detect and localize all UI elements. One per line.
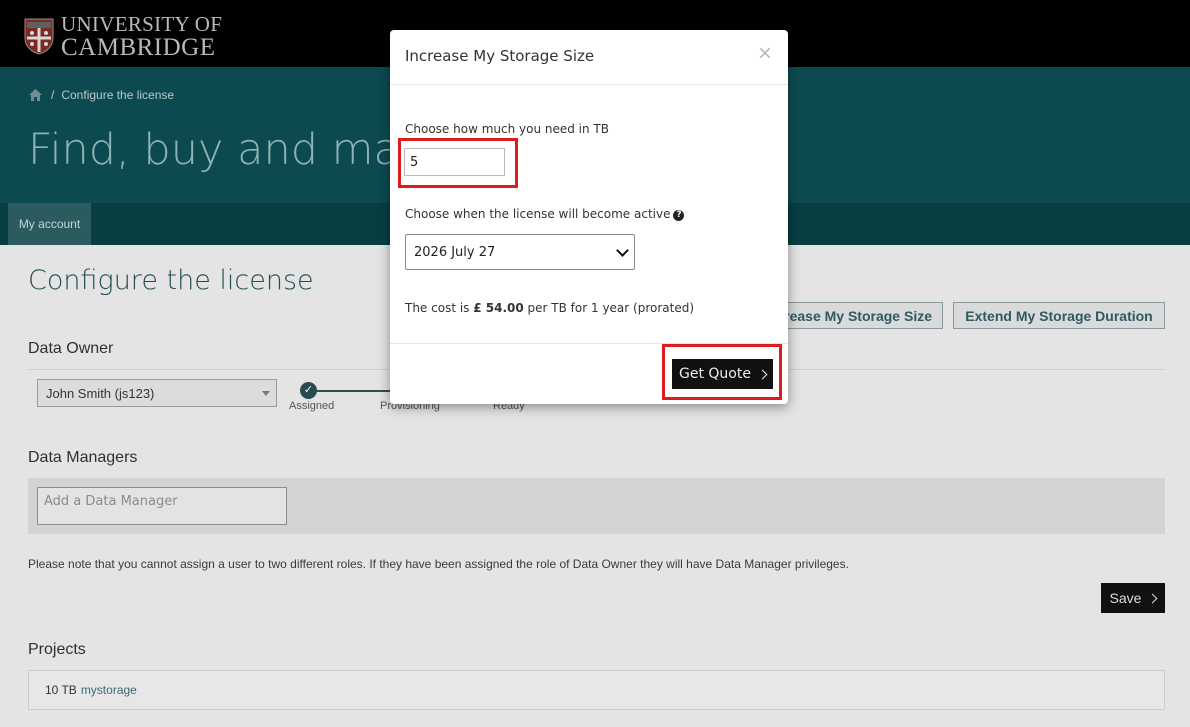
date-label: Choose when the license will become acti… bbox=[405, 207, 685, 221]
cost-suffix: per TB for 1 year (prorated) bbox=[523, 301, 695, 315]
chevron-down-icon bbox=[616, 244, 629, 257]
increase-storage-modal: Increase My Storage Size × Choose how mu… bbox=[390, 30, 788, 404]
date-label-text: Choose when the license will become acti… bbox=[405, 207, 671, 221]
amount-label: Choose how much you need in TB bbox=[405, 122, 609, 136]
modal-title: Increase My Storage Size bbox=[405, 47, 595, 65]
cost-text: The cost is £ 54.00 per TB for 1 year (p… bbox=[405, 301, 694, 315]
cost-prefix: The cost is bbox=[405, 301, 474, 315]
modal-header-divider bbox=[390, 84, 788, 85]
highlight-quote-button bbox=[662, 344, 782, 400]
cost-amount: £ 54.00 bbox=[473, 301, 524, 315]
close-icon[interactable]: × bbox=[758, 42, 772, 66]
activation-date-select[interactable]: 2026 July 27 bbox=[405, 234, 635, 270]
help-icon[interactable]: ? bbox=[673, 210, 685, 221]
highlight-amount-box bbox=[398, 138, 518, 188]
activation-date-value: 2026 July 27 bbox=[414, 244, 496, 260]
